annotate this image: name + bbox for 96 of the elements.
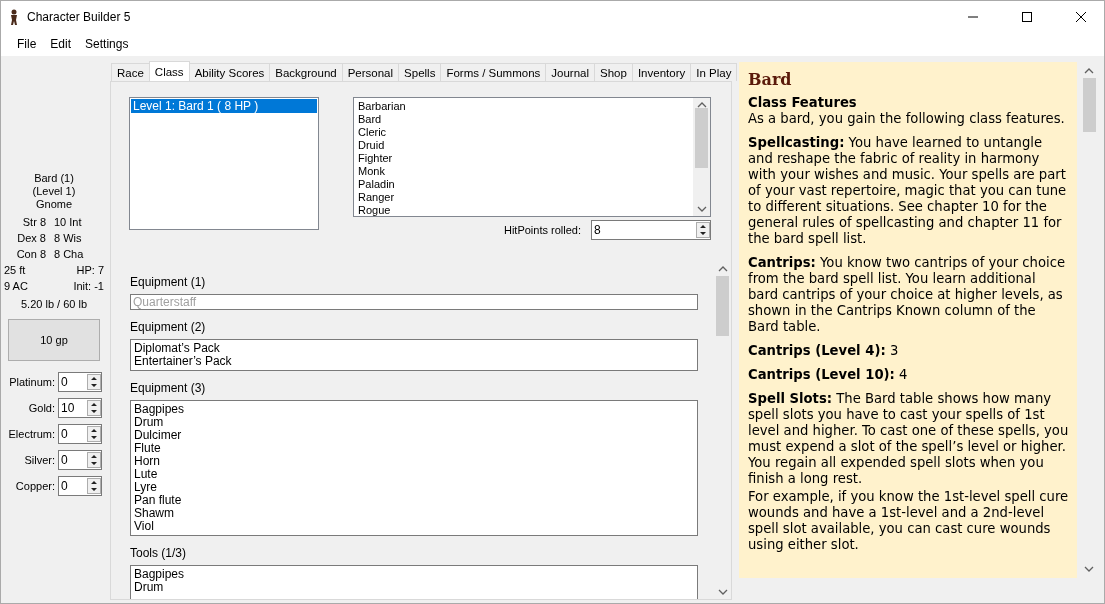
- description-paragraph: Cantrips (Level 10): 4: [748, 367, 909, 383]
- menu-item[interactable]: File: [10, 37, 44, 51]
- character-summary: Gnome: [35, 198, 73, 211]
- list-item[interactable]: Barbarian: [358, 100, 689, 113]
- scrollbar[interactable]: [693, 98, 710, 216]
- spinner-arrows-icon[interactable]: [87, 374, 101, 390]
- character-summary: Bard (1): [34, 172, 74, 185]
- scroll-up-icon[interactable]: [696, 102, 707, 108]
- coin-spinner[interactable]: 10: [58, 398, 102, 418]
- tab[interactable]: Spells: [398, 63, 442, 81]
- scroll-thumb[interactable]: [695, 108, 708, 168]
- menu-item[interactable]: Edit: [43, 37, 79, 51]
- spinner-arrows-icon[interactable]: [696, 222, 710, 238]
- coin-label: Silver:: [24, 454, 55, 466]
- scroll-down-icon[interactable]: [696, 206, 707, 212]
- coin-spinner[interactable]: 0: [58, 372, 102, 392]
- description-paragraph: Cantrips (Level 4): 3: [748, 343, 900, 359]
- list-item[interactable]: Flute: [134, 442, 694, 455]
- list-item[interactable]: Drum: [134, 581, 694, 594]
- tab[interactable]: Class: [148, 61, 190, 81]
- list-item[interactable]: Entertainer’s Pack: [134, 355, 694, 368]
- ability-score: 8 Cha: [54, 247, 85, 262]
- figure-icon: [9, 8, 19, 25]
- list-item[interactable]: Bagpipes: [134, 403, 694, 416]
- tab[interactable]: Race: [111, 63, 150, 81]
- list-item[interactable]: Rogue: [358, 204, 689, 217]
- equipment-field[interactable]: Quarterstaff: [130, 294, 698, 310]
- maximize-icon[interactable]: [1022, 11, 1032, 22]
- window-title: Character Builder 5: [27, 9, 132, 24]
- scroll-down-icon[interactable]: [717, 589, 728, 595]
- list-item[interactable]: Drum: [134, 416, 694, 429]
- stat-value: HP: 7: [75, 263, 104, 278]
- spinner-arrows-icon[interactable]: [87, 426, 101, 442]
- list-item[interactable]: Paladin: [358, 178, 689, 191]
- tab[interactable]: Background: [269, 63, 343, 81]
- list-item[interactable]: Shawm: [134, 507, 694, 520]
- tab[interactable]: Ability Scores: [188, 63, 271, 81]
- description-paragraph: Spell Slots: The Bard table shows how many spell slots you have to cast your spells of 1st level and higher. To cast one of these spells, you must expend a slot of the spell’s level or higher. You regain all expended spell slots when you finish a long rest.: [748, 391, 1069, 487]
- spinner-arrows-icon[interactable]: [87, 400, 101, 416]
- character-summary: (Level 1): [32, 185, 76, 198]
- close-icon[interactable]: [1076, 11, 1086, 22]
- coin-spinner[interactable]: 0: [58, 450, 102, 470]
- list-item[interactable]: Bagpipes: [134, 568, 694, 581]
- list-item[interactable]: Horn: [134, 455, 694, 468]
- coin-label: Platinum:: [9, 376, 55, 388]
- ability-score: Con 8: [15, 247, 47, 262]
- section-label: Tools (1/3): [130, 545, 188, 561]
- ability-score: Str 8: [21, 215, 47, 230]
- coin-spinner[interactable]: 0: [58, 424, 102, 444]
- list-item[interactable]: Cleric: [358, 126, 689, 139]
- scroll-thumb[interactable]: [716, 276, 729, 336]
- coin-label: Electrum:: [8, 428, 55, 440]
- section-label: Equipment (3): [130, 380, 207, 396]
- list-item[interactable]: Druid: [358, 139, 689, 152]
- list-item[interactable]: Dulcimer: [134, 429, 694, 442]
- spinner-arrows-icon[interactable]: [87, 478, 101, 494]
- coin-label: Gold:: [28, 402, 55, 414]
- spinner-arrows-icon[interactable]: [87, 452, 101, 468]
- scroll-thumb[interactable]: [1082, 78, 1096, 132]
- description-paragraph: For example, if you know the 1st-level spell cure wounds and have a 1st-level and a 2nd-level spell slot available, you can cast cure wounds using either slot.: [748, 489, 1069, 553]
- description-paragraph: Cantrips: You know two cantrips of your choice from the bard spell list. You learn additional bard cantrips of your choice at higher levels, as shown in the Cantrips Known column of the Bard table.: [748, 255, 1067, 335]
- list-item[interactable]: Bard: [358, 113, 689, 126]
- coin-label: Copper:: [15, 480, 55, 492]
- description-paragraph: As a bard, you gain the following class features.: [748, 111, 1066, 127]
- list-item[interactable]: Pan flute: [134, 494, 694, 507]
- hit-points-spinner[interactable]: 8: [591, 220, 711, 240]
- scroll-up-icon[interactable]: [1084, 68, 1094, 74]
- ability-score: 10 Int: [54, 215, 83, 230]
- list-item[interactable]: Lyre: [134, 481, 694, 494]
- stat-value: 9 AC: [4, 279, 29, 294]
- list-item[interactable]: Viol: [134, 520, 694, 533]
- description-paragraph: Spellcasting: You have learned to untangle and reshape the fabric of reality in harmony with your wishes and music. Your spells are part of your vast repertoire, magic that you can tune to different situations. See chapter 10 for the general rules of spellcasting and chapter 11 for the bard spell list.: [748, 135, 1068, 247]
- section-label: Equipment (1): [130, 274, 207, 290]
- list-item[interactable]: Monk: [358, 165, 689, 178]
- list-item[interactable]: Ranger: [358, 191, 689, 204]
- tab[interactable]: Inventory: [631, 63, 692, 81]
- coin-spinner[interactable]: 0: [58, 476, 102, 496]
- ability-score: 8 Wis: [54, 231, 83, 246]
- ability-score: Dex 8: [16, 231, 47, 246]
- description-heading: Class Features: [748, 95, 858, 111]
- list-item[interactable]: Fighter: [358, 152, 689, 165]
- carry-weight: 5.20 lb / 60 lb: [20, 298, 88, 311]
- stat-value: 25 ft: [4, 263, 27, 278]
- money-button[interactable]: 10 gp: [8, 319, 100, 361]
- tab[interactable]: In Play: [690, 63, 738, 81]
- stat-value: Init: -1: [72, 279, 104, 294]
- list-item[interactable]: Level 1: Bard 1 ( 8 HP ): [131, 99, 317, 113]
- scroll-down-icon[interactable]: [1084, 566, 1094, 572]
- hit-points-label: HitPoints rolled:: [503, 224, 581, 236]
- menu-item[interactable]: Settings: [78, 37, 136, 51]
- scroll-up-icon[interactable]: [717, 266, 728, 272]
- tab[interactable]: Shop: [594, 63, 633, 81]
- list-item[interactable]: Diplomat’s Pack: [134, 342, 694, 355]
- description-title: Bard: [748, 72, 793, 88]
- list-item[interactable]: Lute: [134, 468, 694, 481]
- section-label: Equipment (2): [130, 319, 207, 335]
